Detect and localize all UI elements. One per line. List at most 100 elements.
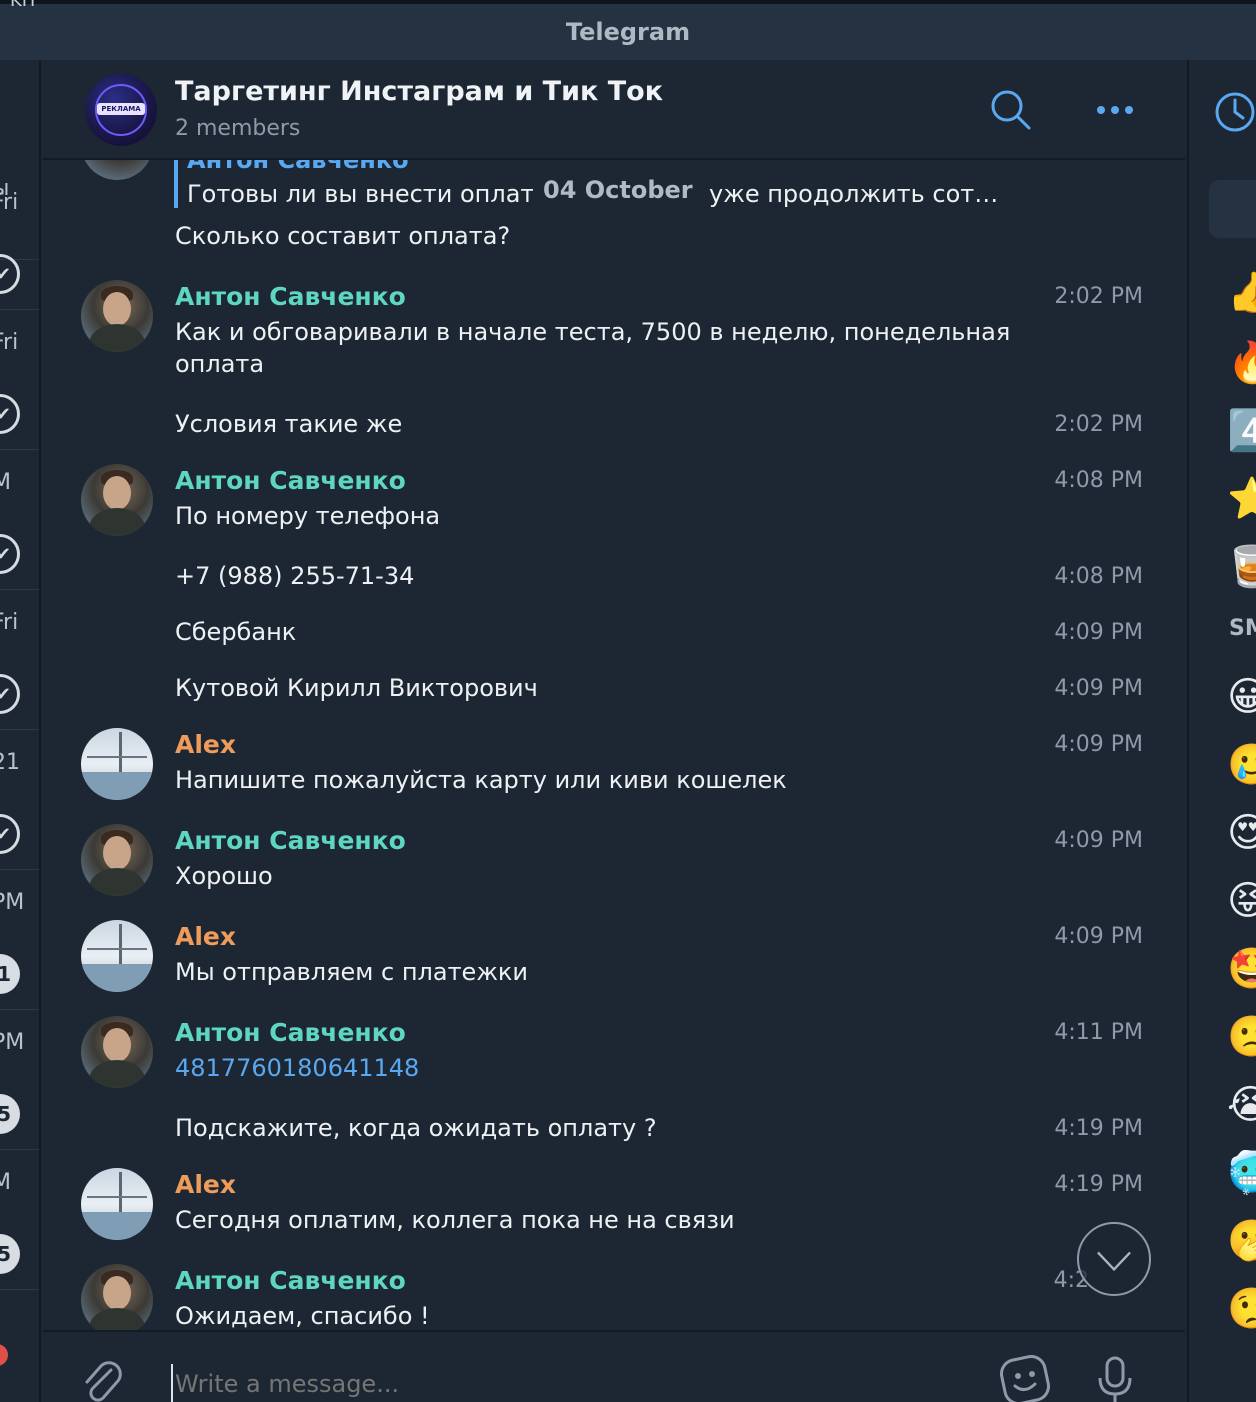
search-icon[interactable]: [989, 88, 1033, 132]
avatar[interactable]: [81, 1168, 153, 1240]
emoji-star-struck[interactable]: 🤩: [1227, 944, 1256, 994]
message-time: 4:09 PM: [1054, 924, 1143, 949]
message-time: 4:09 PM: [1054, 620, 1143, 645]
notification-dot: [0, 1344, 8, 1366]
emoji-frowning[interactable]: 🙁: [1227, 1012, 1256, 1062]
message-text-continued[interactable]: оплата: [175, 350, 264, 378]
message-time: 4:09 PM: [1054, 828, 1143, 853]
sticker-icon[interactable]: [999, 1354, 1051, 1402]
chat-title[interactable]: Таргетинг Инстаграм и Тик Ток: [175, 76, 663, 107]
titlebar-fragment: KH: [10, 0, 36, 11]
message-text[interactable]: Кутовой Кирилл Викторович: [175, 674, 538, 702]
chat-list-item-time: Fri: [0, 610, 19, 635]
emoji-heart-eyes[interactable]: 😍: [1227, 808, 1256, 858]
chat-list-item[interactable]: PM 5: [0, 1010, 39, 1150]
emoji-grinning[interactable]: 😀: [1227, 672, 1256, 722]
emoji-search-box[interactable]: [1209, 180, 1256, 238]
message-author[interactable]: Alex: [175, 922, 236, 951]
avatar[interactable]: [81, 824, 153, 896]
emoji-star[interactable]: ⭐: [1227, 474, 1256, 524]
date-pill: 04 October: [533, 174, 703, 206]
chat-list-item-time: 21: [0, 750, 20, 775]
avatar[interactable]: [81, 1016, 153, 1088]
message-text[interactable]: По номеру телефона: [175, 502, 440, 530]
emoji-tumbler-glass[interactable]: 🥃: [1227, 542, 1256, 592]
chat-list-item-time: PM: [0, 890, 25, 915]
chat-list-item[interactable]: M ✔: [0, 450, 39, 590]
group-avatar[interactable]: РЕКЛАМА: [85, 74, 157, 146]
avatar[interactable]: [81, 728, 153, 800]
more-options-icon[interactable]: [1093, 98, 1137, 122]
emoji-squinting-tongue[interactable]: 😝: [1227, 876, 1256, 926]
message-list[interactable]: Антон Савченко Готовы ли вы внести оплат…: [43, 160, 1185, 1330]
message-time: 4:09 PM: [1054, 732, 1143, 757]
chat-list-item[interactable]: Fri ✔: [0, 170, 39, 310]
message-time: 4:19 PM: [1054, 1116, 1143, 1141]
emoji-fire[interactable]: 🔥: [1227, 338, 1256, 388]
pin-icon: ✔: [0, 254, 20, 294]
message-author[interactable]: Антон Савченко: [175, 466, 406, 495]
emoji-thumbs-up[interactable]: 👍: [1227, 268, 1256, 318]
message-text[interactable]: Сегодня оплатим, коллега пока не на связ…: [175, 1206, 735, 1234]
message-text[interactable]: Условия такие же: [175, 410, 402, 438]
message-author[interactable]: Антон Савченко: [175, 1018, 406, 1047]
unread-badge: 5: [0, 1234, 20, 1274]
message-author[interactable]: Alex: [175, 730, 236, 759]
unread-badge: 1: [0, 954, 20, 994]
message-author[interactable]: Alex: [175, 1170, 236, 1199]
avatar[interactable]: [81, 920, 153, 992]
card-number-link[interactable]: 4817760180641148: [175, 1054, 419, 1082]
message-text[interactable]: Мы отправляем с платежки: [175, 958, 528, 986]
emoji-panel: 👍 🔥 4️⃣ ⭐ 🥃 SM 😀 🥲 😍 😝 🤩 🙁 😭 🥶 🫢 🤥: [1187, 60, 1256, 1402]
message-text[interactable]: Как и обговаривали в начале теста, 7500 …: [175, 318, 1010, 346]
emoji-lying-face[interactable]: 🤥: [1227, 1284, 1256, 1334]
message-author[interactable]: Антон Савченко: [175, 826, 406, 855]
chat-list-item[interactable]: Fri ✔: [0, 590, 39, 730]
chat-list-item[interactable]: M 5: [0, 1150, 39, 1290]
chat-list-item-time: M: [0, 1170, 11, 1195]
message-text[interactable]: Напишите пожалуйста карту или киви кошел…: [175, 766, 787, 794]
emoji-section-label: SM: [1229, 616, 1256, 641]
message-text[interactable]: Сбербанк: [175, 618, 296, 646]
message-author[interactable]: Антон Савченко: [175, 282, 406, 311]
avatar[interactable]: [81, 464, 153, 536]
message-input[interactable]: [171, 1364, 951, 1402]
message-time: 2:02 PM: [1054, 284, 1143, 309]
emoji-smiling-tear[interactable]: 🥲: [1227, 740, 1256, 790]
chat-list-item-time: Fri: [0, 190, 19, 215]
message-author[interactable]: Антон Савченко: [175, 1266, 406, 1295]
message-time: 4:11 PM: [1054, 1020, 1143, 1045]
recent-clock-icon[interactable]: [1213, 90, 1256, 134]
message-time: 2:02 PM: [1054, 412, 1143, 437]
chat-list-item[interactable]: PM 1: [0, 870, 39, 1010]
chat-list-strip[interactable]: ы Fri ✔ Fri ✔ M ✔ Fri ✔ 21 ✔ PM 1 PM 5 M…: [0, 60, 41, 1402]
pin-icon: ✔: [0, 534, 20, 574]
avatar[interactable]: [81, 1264, 153, 1330]
avatar[interactable]: [81, 160, 153, 180]
message-text[interactable]: Подскажите, когда ожидать оплату ?: [175, 1114, 657, 1142]
avatar-label: РЕКЛАМА: [97, 103, 145, 115]
scroll-down-button[interactable]: [1077, 1222, 1151, 1296]
message-text[interactable]: Хорошо: [175, 862, 273, 890]
emoji-keycap-four[interactable]: 4️⃣: [1227, 406, 1256, 456]
message-text[interactable]: Сколько составит оплата?: [175, 222, 510, 250]
reply-text[interactable]: Готовы ли вы внести оплат: [187, 180, 534, 208]
message-time: 4:08 PM: [1054, 564, 1143, 589]
window-title: Telegram: [565, 18, 691, 46]
members-count[interactable]: 2 members: [175, 116, 300, 141]
message-time: 4:19 PM: [1054, 1172, 1143, 1197]
avatar[interactable]: [81, 280, 153, 352]
chat-list-item[interactable]: Fri ✔: [0, 310, 39, 450]
message-text[interactable]: Ожидаем, спасибо !: [175, 1302, 430, 1330]
chat-header: РЕКЛАМА Таргетинг Инстаграм и Тик Ток 2 …: [43, 60, 1185, 160]
emoji-crying[interactable]: 😭: [1227, 1080, 1256, 1130]
emoji-hand-over-mouth[interactable]: 🫢: [1227, 1216, 1256, 1266]
chat-list-item[interactable]: 21 ✔: [0, 730, 39, 870]
message-text[interactable]: +7 (988) 255-71-34: [175, 562, 414, 590]
paperclip-icon[interactable]: [81, 1356, 125, 1402]
microphone-icon[interactable]: [1095, 1354, 1135, 1402]
reply-author: Антон Савченко: [187, 160, 409, 174]
reply-quote-bar: [174, 160, 178, 208]
message-time: 4:08 PM: [1054, 468, 1143, 493]
emoji-cold-face[interactable]: 🥶: [1227, 1148, 1256, 1198]
